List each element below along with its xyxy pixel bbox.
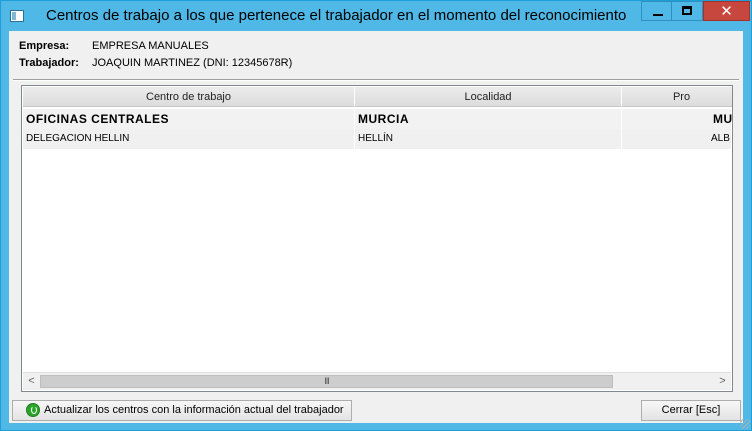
scrollbar-thumb[interactable]: III xyxy=(40,375,613,388)
table-row[interactable]: OFICINAS CENTRALES MURCIA MU xyxy=(23,109,732,129)
cell-localidad: MURCIA xyxy=(355,109,622,129)
separator xyxy=(13,79,739,81)
minimize-button[interactable] xyxy=(641,1,673,21)
table-row[interactable]: DELEGACION HELLIN HELLÍN ALB xyxy=(23,129,731,149)
close-window-button[interactable]: ✕ xyxy=(703,1,750,21)
trabajador-value: JOAQUIN MARTINEZ (DNI: 12345678R) xyxy=(92,57,293,69)
cell-centro: DELEGACION HELLIN xyxy=(23,129,355,149)
refresh-button-label: Actualizar los centros con la informació… xyxy=(44,404,344,416)
empresa-label: Empresa: xyxy=(19,40,70,52)
trabajador-row: Trabajador: JOAQUIN MARTINEZ (DNI: 123456… xyxy=(19,57,292,69)
cell-provincia: ALB xyxy=(622,129,732,149)
cell-localidad: HELLÍN xyxy=(355,129,622,149)
scroll-right-arrow-icon[interactable]: > xyxy=(714,373,731,390)
close-dialog-button[interactable]: Cerrar [Esc] xyxy=(641,400,741,421)
resize-grip[interactable] xyxy=(740,419,750,429)
maximize-icon xyxy=(672,2,702,20)
column-header-provincia[interactable]: Pro xyxy=(622,87,732,107)
cell-centro: OFICINAS CENTRALES xyxy=(23,109,355,129)
minimize-icon xyxy=(642,2,672,20)
centros-grid[interactable]: Centro de trabajo Localidad Pro OFICINAS… xyxy=(21,85,733,392)
grid-header: Centro de trabajo Localidad Pro xyxy=(23,87,732,107)
refresh-icon xyxy=(26,403,40,417)
scroll-left-arrow-icon[interactable]: < xyxy=(23,373,40,390)
dialog-client-area: Empresa: EMPRESA MANUALES Trabajador: JOAQ… xyxy=(9,31,743,423)
maximize-button[interactable] xyxy=(671,1,703,21)
horizontal-scrollbar[interactable]: < III > xyxy=(23,372,731,390)
dialog-window: Centros de trabajo a los que pertenece e… xyxy=(0,0,752,431)
empresa-value: EMPRESA MANUALES xyxy=(92,40,209,52)
app-window-icon[interactable] xyxy=(10,10,24,22)
cell-provincia: MU xyxy=(622,109,732,129)
close-icon: ✕ xyxy=(720,3,733,20)
trabajador-label: Trabajador: xyxy=(19,57,79,69)
refresh-centers-button[interactable]: Actualizar los centros con la informació… xyxy=(12,400,352,421)
column-header-localidad[interactable]: Localidad xyxy=(355,87,622,107)
column-header-centro[interactable]: Centro de trabajo xyxy=(23,87,355,107)
empresa-row: Empresa: EMPRESA MANUALES xyxy=(19,40,209,52)
title-bar[interactable]: Centros de trabajo a los que pertenece e… xyxy=(1,1,751,31)
window-title: Centros de trabajo a los que pertenece e… xyxy=(46,7,627,24)
